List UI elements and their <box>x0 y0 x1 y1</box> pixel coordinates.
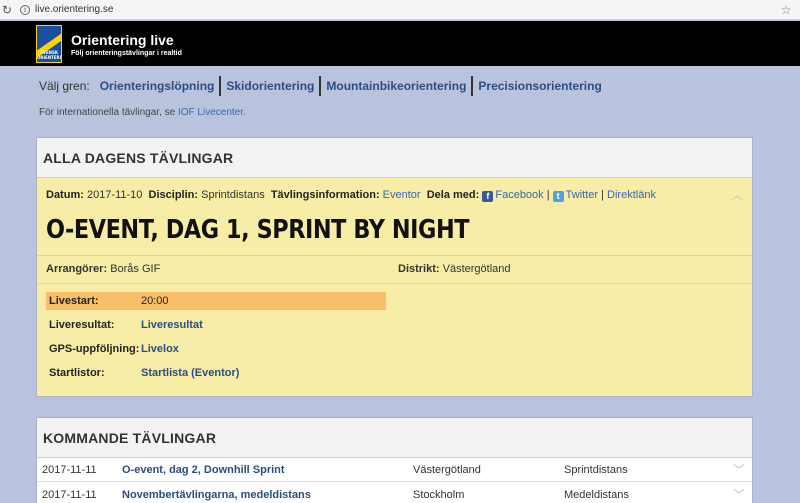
event-title: O-EVENT, DAG 1, SPRINT BY NIGHT <box>46 215 470 245</box>
separator: | <box>601 189 604 201</box>
district-label: Distrikt: <box>398 263 440 275</box>
row-discipline: Sprintdistans <box>564 464 628 476</box>
chevron-down-icon[interactable]: ﹀ <box>733 486 745 503</box>
liveresultat-link[interactable]: Liveresultat <box>141 319 203 331</box>
event-info-table: Livestart: 20:00 Liveresultat: Liveresul… <box>46 292 386 386</box>
row-name-link[interactable]: Novembertävlingarna, medeldistans <box>122 489 311 501</box>
twitter-icon[interactable]: t <box>552 191 564 202</box>
startlist-row: Startlistor: Startlista (Eventor) <box>46 362 386 386</box>
livestart-value: 20:00 <box>141 295 169 307</box>
row-district: Västergötland <box>413 464 481 476</box>
logo-text: SVENSK ORIENTERING <box>37 50 62 60</box>
browser-toolbar: ↻ i live.orientering.se ☆ <box>0 0 800 20</box>
event-card: Datum: 2017-11-10 Disciplin: Sprintdista… <box>37 178 752 396</box>
divider <box>37 255 752 256</box>
url-text[interactable]: live.orientering.se <box>35 4 113 15</box>
bookmark-star-icon[interactable]: ☆ <box>778 3 794 17</box>
facebook-icon[interactable]: f <box>482 191 494 202</box>
chevron-down-icon[interactable]: ﹀ <box>733 461 745 478</box>
table-row[interactable]: 2017-11-11 Novembertävlingarna, medeldis… <box>37 483 752 503</box>
table-row[interactable]: 2017-11-11 O-event, dag 2, Downhill Spri… <box>37 458 752 482</box>
sport-selector: Välj gren: Orienteringslöpning Skidorien… <box>39 76 607 96</box>
iof-livecenter-link[interactable]: IOF Livecenter. <box>178 107 246 118</box>
gps-row: GPS-uppföljning: Livelox <box>46 338 386 362</box>
livestart-row: Livestart: 20:00 <box>46 292 386 310</box>
liveresultat-row: Liveresultat: Liveresultat <box>46 314 386 338</box>
direct-link[interactable]: Direktlänk <box>607 189 656 201</box>
site-title[interactable]: Orientering live <box>71 32 174 48</box>
sport-link-precisionsorientering[interactable]: Precisionsorientering <box>473 79 606 93</box>
facebook-link[interactable]: Facebook <box>495 189 543 201</box>
site-header: SVENSK ORIENTERING Orientering live Följ… <box>0 21 800 66</box>
startlist-label: Startlistor: <box>49 367 105 379</box>
liveresultat-label: Liveresultat: <box>49 319 115 331</box>
livelox-link[interactable]: Livelox <box>141 343 179 355</box>
international-note: För internationella tävlingar, se IOF Li… <box>39 107 246 118</box>
upcoming-competitions-panel: KOMMANDE TÄVLINGAR 2017-11-11 O-event, d… <box>36 417 753 503</box>
event-meta: Datum: 2017-11-10 Disciplin: Sprintdista… <box>46 189 656 202</box>
row-district: Stockholm <box>413 489 465 501</box>
gps-label: GPS-uppföljning: <box>49 343 140 355</box>
info-label: Tävlingsinformation: <box>270 189 380 201</box>
separator: | <box>546 189 550 201</box>
sport-selector-label: Välj gren: <box>39 79 90 93</box>
sport-link-orienteringslopning[interactable]: Orienteringslöpning <box>95 79 220 93</box>
site-subtitle: Följ orienteringstävlingar i realtid <box>71 50 182 57</box>
startlist-link[interactable]: Startlista (Eventor) <box>141 367 239 379</box>
event-discipline: Sprintdistans <box>201 189 265 201</box>
eventor-link[interactable]: Eventor <box>383 189 421 201</box>
info-icon[interactable]: i <box>20 4 30 15</box>
row-discipline: Medeldistans <box>564 489 629 501</box>
share-label: Dela med: <box>426 189 480 201</box>
sport-link-mountainbikeorientering[interactable]: Mountainbikeorientering <box>321 79 471 93</box>
chevron-up-icon[interactable]: ︿ <box>731 186 743 202</box>
organizer: Arrangörer: Borås GIF <box>46 263 160 275</box>
todays-competitions-panel: ALLA DAGENS TÄVLINGAR Datum: 2017-11-10 … <box>36 137 753 397</box>
svensk-orientering-logo[interactable]: SVENSK ORIENTERING <box>36 25 62 63</box>
row-name-link[interactable]: O-event, dag 2, Downhill Sprint <box>122 464 285 476</box>
row-date: 2017-11-11 <box>42 464 97 476</box>
international-note-text: För internationella tävlingar, se <box>39 107 176 118</box>
district-value: Västergötland <box>442 263 511 275</box>
address-bar[interactable]: i live.orientering.se <box>20 2 778 18</box>
date-label: Datum: <box>46 189 84 201</box>
reload-icon[interactable]: ↻ <box>0 3 14 17</box>
row-date: 2017-11-11 <box>42 489 97 501</box>
sport-link-skidorientering[interactable]: Skidorientering <box>221 79 319 93</box>
event-date: 2017-11-10 <box>86 189 143 201</box>
organizer-label: Arrangörer: <box>46 263 108 275</box>
livestart-label: Livestart: <box>49 295 99 307</box>
panel-heading: KOMMANDE TÄVLINGAR <box>37 418 752 458</box>
district: Distrikt: Västergötland <box>398 263 511 275</box>
divider <box>37 283 752 284</box>
panel-heading: ALLA DAGENS TÄVLINGAR <box>37 138 752 178</box>
organizer-value: Borås GIF <box>110 263 161 275</box>
twitter-link[interactable]: Twitter <box>566 189 598 201</box>
discipline-label: Disciplin: <box>148 189 199 201</box>
